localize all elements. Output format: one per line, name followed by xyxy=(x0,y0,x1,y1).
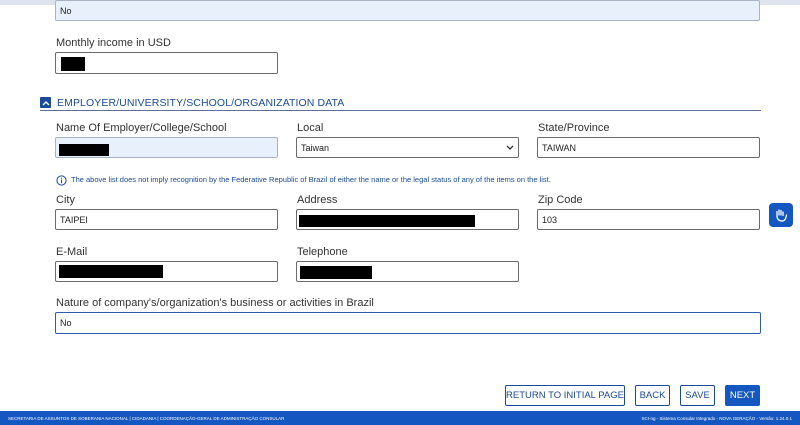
zip-input[interactable]: 103 xyxy=(537,209,760,230)
section-divider xyxy=(40,110,761,111)
redacted-value xyxy=(299,215,475,227)
redacted-value xyxy=(300,266,372,279)
collapse-section-button[interactable] xyxy=(40,97,51,108)
previous-field[interactable]: No xyxy=(55,0,760,21)
email-label: E-Mail xyxy=(56,246,88,258)
chevron-up-icon xyxy=(42,100,49,105)
nature-input-value: No xyxy=(60,318,72,328)
footer-left-text: SECRETARIA DE ASSUNTOS DE SOBERANIA NACI… xyxy=(8,415,285,421)
redacted-value xyxy=(59,265,163,278)
telephone-label: Telephone xyxy=(297,246,348,258)
return-to-initial-page-button[interactable]: RETURN TO INITIAL PAGE xyxy=(505,385,625,406)
address-label: Address xyxy=(297,194,338,206)
employer-name-label: Name Of Employer/College/School xyxy=(56,122,227,134)
next-button[interactable]: NEXT xyxy=(725,385,760,406)
chevron-down-icon xyxy=(506,145,514,150)
city-label: City xyxy=(56,194,75,206)
save-button[interactable]: SAVE xyxy=(680,385,715,406)
local-select-value: Taiwan xyxy=(301,142,330,153)
local-label: Local xyxy=(297,122,324,134)
local-select[interactable]: Taiwan xyxy=(296,137,519,158)
state-input-value: TAIWAN xyxy=(542,142,576,153)
hand-sign-icon xyxy=(776,209,788,222)
email-input[interactable] xyxy=(55,261,278,282)
address-input[interactable] xyxy=(296,209,519,230)
employer-name-input[interactable] xyxy=(55,137,278,158)
zip-label: Zip Code xyxy=(538,194,583,206)
info-icon xyxy=(56,173,68,186)
back-button[interactable]: BACK xyxy=(635,385,670,406)
income-label: Monthly income in USD xyxy=(56,37,171,49)
info-note: The above list does not imply recognitio… xyxy=(71,175,551,184)
redacted-value xyxy=(59,144,109,156)
previous-field-value: No xyxy=(60,5,72,16)
city-input-value: TAIPEI xyxy=(60,214,88,225)
accessibility-button[interactable] xyxy=(769,203,793,227)
nature-label: Nature of company's/organization's busin… xyxy=(56,297,374,309)
footer-bar: SECRETARIA DE ASSUNTOS DE SOBERANIA NACI… xyxy=(0,411,800,425)
footer-right-text: SCI-ng - Sistema Consular Integrado - NO… xyxy=(641,415,792,421)
state-input[interactable]: TAIWAN xyxy=(537,137,760,158)
telephone-input[interactable] xyxy=(296,261,519,282)
state-label: State/Province xyxy=(538,122,610,134)
city-input[interactable]: TAIPEI xyxy=(55,209,278,230)
zip-input-value: 103 xyxy=(542,214,558,225)
nature-input[interactable]: No xyxy=(55,312,761,334)
income-input[interactable] xyxy=(55,52,278,74)
redacted-value xyxy=(61,57,85,71)
section-title: EMPLOYER/UNIVERSITY/SCHOOL/ORGANIZATION … xyxy=(57,97,345,109)
